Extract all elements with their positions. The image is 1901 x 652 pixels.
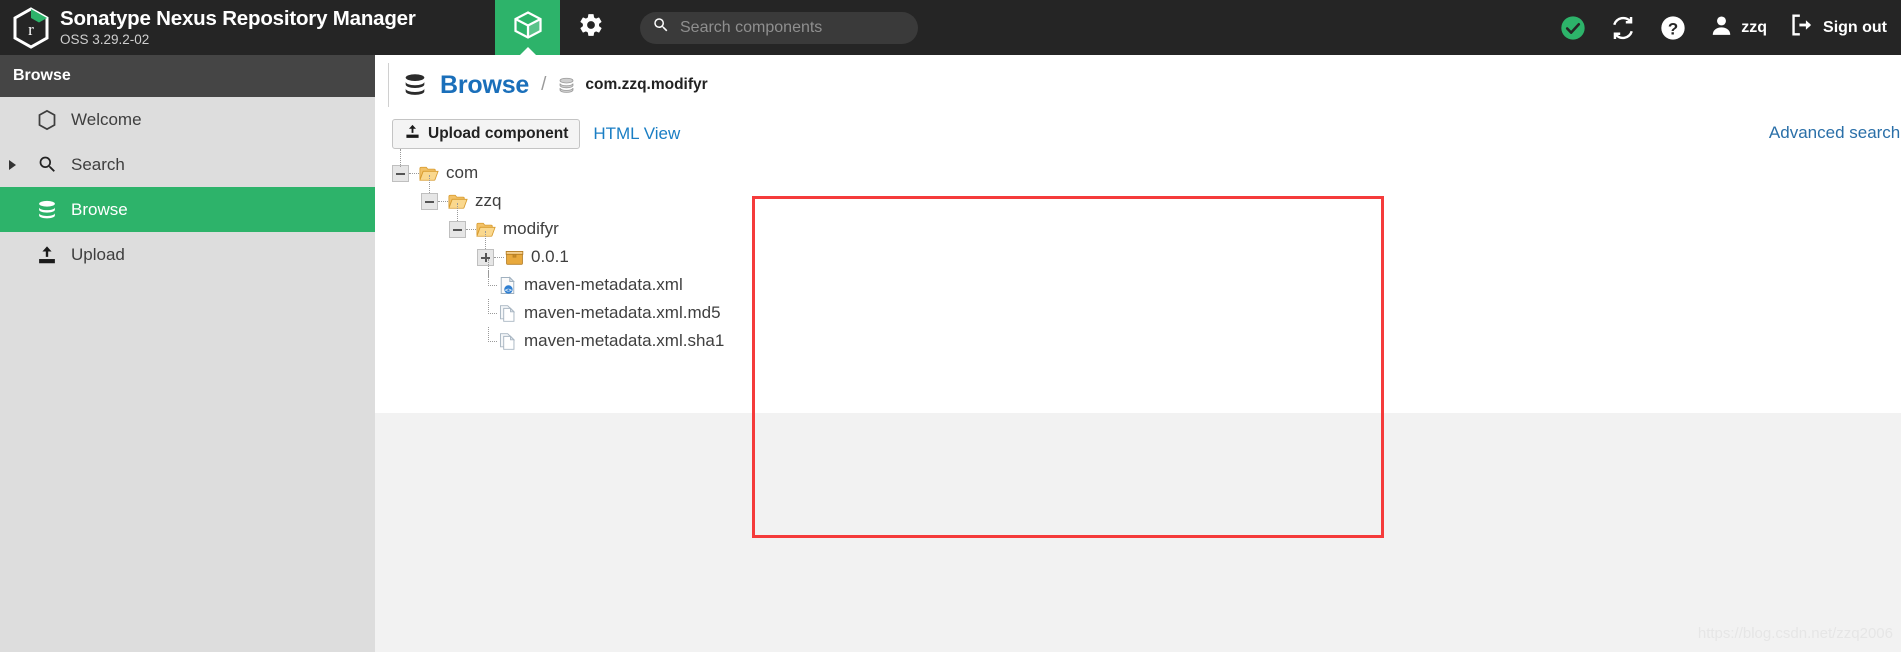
tree-connector <box>409 172 419 174</box>
file-copy-icon <box>497 303 517 323</box>
green-check-circle-icon[interactable] <box>1559 14 1587 42</box>
tree-row[interactable]: maven-metadata.xml.sha1 <box>385 327 724 355</box>
breadcrumb: Browse / com.zzq.modifyr <box>388 63 708 107</box>
user-avatar-icon <box>1709 13 1734 43</box>
tree-row[interactable]: 0.0.1 <box>385 243 724 271</box>
upload-icon <box>32 243 62 267</box>
folder-open-icon <box>448 191 468 211</box>
gear-icon <box>578 12 604 43</box>
svg-text:<>: <> <box>505 287 512 293</box>
sign-out-icon <box>1789 12 1815 43</box>
tree-guide-line <box>429 175 430 193</box>
cube-icon <box>513 10 543 45</box>
tree-connector <box>494 256 504 258</box>
administration-button[interactable] <box>560 0 622 55</box>
main-content: Browse / com.zzq.modifyr Upload componen… <box>375 55 1901 652</box>
app-title: Sonatype Nexus Repository Manager <box>60 6 416 30</box>
html-view-link[interactable]: HTML View <box>593 124 680 144</box>
svg-text:r: r <box>28 20 34 39</box>
file-copy-icon <box>497 331 517 351</box>
repository-icon <box>557 76 576 95</box>
tree-connector <box>438 200 448 202</box>
sidebar-title: Browse <box>0 55 375 97</box>
tree-node-label: maven-metadata.xml <box>524 275 683 294</box>
tree-expand-toggle[interactable] <box>477 248 494 266</box>
upload-icon <box>404 123 421 145</box>
tree-guide-line <box>485 231 486 249</box>
tree-guide-line <box>488 259 489 277</box>
tree-connector <box>466 228 476 230</box>
breadcrumb-separator: / <box>541 74 547 95</box>
svg-text:?: ? <box>1668 19 1678 38</box>
search-icon <box>32 153 62 177</box>
sidebar-item-upload[interactable]: Upload <box>0 232 375 277</box>
help-question-icon[interactable]: ? <box>1659 14 1687 42</box>
content-toolbar: Upload component HTML View <box>392 119 680 149</box>
breadcrumb-current: com.zzq.modifyr <box>585 76 708 93</box>
chevron-right-icon[interactable] <box>9 159 16 170</box>
database-icon <box>32 198 62 222</box>
tree-row[interactable]: maven-metadata.xml.md5 <box>385 299 724 327</box>
upload-component-button[interactable]: Upload component <box>392 119 581 149</box>
tree-node-label: zzq <box>475 191 502 210</box>
watermark: https://blog.csdn.net/zzq2006 <box>1697 625 1893 642</box>
sidebar-item-welcome[interactable]: Welcome <box>0 97 375 142</box>
advanced-search-link[interactable]: Advanced search. <box>1769 123 1901 143</box>
user-name: zzq <box>1741 18 1768 36</box>
component-tree: com zzq modifyr 0.0.1 <> maven-metadata.… <box>385 149 724 355</box>
sidebar-item-label: Welcome <box>71 109 142 129</box>
tree-node-label: maven-metadata.xml.sha1 <box>524 331 725 350</box>
sign-out-label: Sign out <box>1823 18 1887 36</box>
tree-collapse-toggle[interactable] <box>392 164 409 182</box>
tree-node-label: maven-metadata.xml.md5 <box>524 303 721 322</box>
xml-file-icon: <> <box>497 275 517 295</box>
hexagon-icon <box>32 108 62 132</box>
tree-row[interactable]: modifyr <box>385 215 724 243</box>
tree-row[interactable]: zzq <box>385 187 724 215</box>
user-menu[interactable]: zzq <box>1709 13 1767 43</box>
app-header: r Sonatype Nexus Repository Manager OSS … <box>0 0 1901 56</box>
tree-guide-line <box>457 203 458 221</box>
tree-guide-line <box>400 149 401 167</box>
tree-node-label: com <box>446 163 479 182</box>
tree-connector <box>480 327 497 355</box>
sign-out-button[interactable]: Sign out <box>1789 12 1887 43</box>
tree-connector <box>480 299 497 327</box>
tree-row[interactable]: com <box>385 159 724 187</box>
app-version: OSS 3.29.2-02 <box>60 31 150 47</box>
tree-row[interactable]: <> maven-metadata.xml <box>385 271 724 299</box>
header-actions: ? zzq Sign out <box>1559 0 1901 55</box>
sidebar-item-label: Search <box>71 154 125 174</box>
browse-tab-button[interactable] <box>495 0 560 56</box>
tree-collapse-toggle[interactable] <box>421 192 438 210</box>
tree-node-label: modifyr <box>503 219 559 238</box>
breadcrumb-root-link[interactable]: Browse <box>440 71 529 100</box>
nexus-hexagon-logo-icon: r <box>12 6 50 49</box>
tree-node-label: 0.0.1 <box>531 247 569 266</box>
sidebar-item-search[interactable]: Search <box>0 142 375 187</box>
brand[interactable]: r Sonatype Nexus Repository Manager OSS … <box>0 0 495 55</box>
search-box[interactable] <box>640 11 918 44</box>
sidebar-item-label: Upload <box>71 244 125 264</box>
refresh-icon[interactable] <box>1609 14 1637 42</box>
database-icon <box>402 72 428 98</box>
upload-component-label: Upload component <box>428 125 569 142</box>
sidebar-item-label: Browse <box>71 199 128 219</box>
sidebar: Browse Welcome Search Browse Upload <box>0 55 375 652</box>
sidebar-item-browse[interactable]: Browse <box>0 187 375 232</box>
search-icon <box>652 16 670 39</box>
header-search[interactable] <box>640 11 918 44</box>
folder-open-icon <box>476 219 496 239</box>
tree-collapse-toggle[interactable] <box>449 220 466 238</box>
search-input[interactable] <box>678 17 906 38</box>
package-icon <box>504 247 524 267</box>
